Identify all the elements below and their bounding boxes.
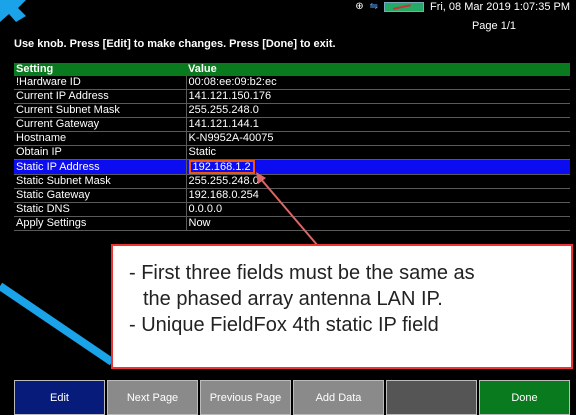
instruction-text: Use knob. Press [Edit] to make changes. … (14, 38, 336, 50)
done-button[interactable]: Done (479, 380, 570, 415)
setting-cell: Apply Settings (14, 216, 187, 231)
datetime: Fri, 08 Mar 2019 1:07:35 PM (429, 1, 570, 13)
battery-icon (383, 2, 424, 12)
table-row[interactable]: Current Subnet Mask 255.255.248.0 (14, 103, 570, 118)
gps-icon: ⊕ (355, 1, 364, 12)
setting-cell: !Hardware ID (14, 76, 187, 90)
value-cell: 255.255.248.0 (186, 174, 570, 189)
value-cell: 192.168.0.254 (186, 188, 570, 203)
page-indicator: Page 1/1 (471, 20, 516, 32)
status-bar: ⊕ ⇋ Fri, 08 Mar 2019 1:07:35 PM (0, 0, 576, 14)
value-cell: 0.0.0.0 (186, 202, 570, 217)
setting-cell: Current IP Address (14, 89, 187, 104)
value-cell: 192.168.1.2 (186, 159, 570, 175)
next-page-button[interactable]: Next Page (107, 380, 198, 415)
setting-cell: Static IP Address (14, 159, 187, 175)
setting-cell: Current Gateway (14, 117, 187, 132)
setting-cell: Static DNS (14, 202, 187, 217)
annotation-callout: - First three fields must be the same as… (111, 244, 573, 369)
softkey-bar: Edit Next Page Previous Page Add Data Do… (14, 380, 570, 415)
blank-softkey[interactable] (386, 380, 477, 415)
table-row[interactable]: Static Gateway 192.168.0.254 (14, 188, 570, 203)
table-row[interactable]: Static DNS 0.0.0.0 (14, 202, 570, 217)
table-header-row: Setting Value (14, 63, 570, 76)
table-row[interactable]: Static Subnet Mask 255.255.248.0 (14, 174, 570, 189)
network-icon: ⇋ (369, 1, 378, 12)
value-cell: 255.255.248.0 (186, 103, 570, 118)
value-cell: 141.121.144.1 (186, 117, 570, 132)
table-row[interactable]: !Hardware ID 00:08:ee:09:b2:ec (14, 76, 570, 90)
add-data-button[interactable]: Add Data (293, 380, 384, 415)
table-row[interactable]: Obtain IP Static (14, 145, 570, 160)
value-cell: 141.121.150.176 (186, 89, 570, 104)
setting-cell: Current Subnet Mask (14, 103, 187, 118)
table-row[interactable]: Current Gateway 141.121.144.1 (14, 117, 570, 132)
bottom-blue-arrow-line (0, 282, 115, 366)
value-cell: K-N9952A-40075 (186, 131, 570, 146)
callout-line-3: - Unique FieldFox 4th static IP field (129, 314, 439, 336)
previous-page-button[interactable]: Previous Page (200, 380, 291, 415)
value-cell: Static (186, 145, 570, 160)
setting-cell: Hostname (14, 131, 187, 146)
callout-line-2: the phased array antenna LAN IP. (143, 288, 443, 310)
value-cell: 00:08:ee:09:b2:ec (186, 76, 570, 90)
setting-cell: Static Subnet Mask (14, 174, 187, 189)
setting-cell: Obtain IP (14, 145, 187, 160)
value-cell: Now (186, 216, 570, 231)
table-row[interactable]: Hostname K-N9952A-40075 (14, 131, 570, 146)
setting-cell: Static Gateway (14, 188, 187, 203)
table-row[interactable]: Apply Settings Now (14, 216, 570, 231)
header-setting: Setting (14, 63, 186, 76)
callout-line-1: - First three fields must be the same as (129, 262, 475, 284)
static-ip-highlight: 192.168.1.2 (188, 160, 255, 174)
table-row-selected[interactable]: Static IP Address 192.168.1.2 (14, 159, 570, 175)
settings-table: Setting Value !Hardware ID 00:08:ee:09:b… (14, 63, 570, 231)
edit-button[interactable]: Edit (14, 380, 105, 415)
table-row[interactable]: Current IP Address 141.121.150.176 (14, 89, 570, 104)
header-value: Value (186, 63, 570, 76)
